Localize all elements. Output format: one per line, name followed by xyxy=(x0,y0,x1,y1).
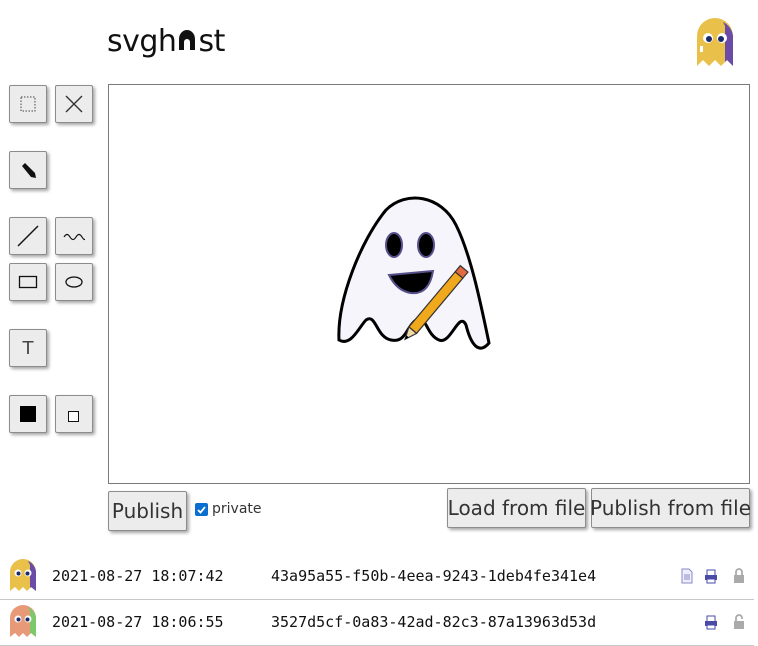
text-icon: T xyxy=(22,337,34,359)
lock-icon[interactable] xyxy=(732,568,746,584)
line-tool-button[interactable] xyxy=(9,217,47,255)
print-icon[interactable] xyxy=(704,614,718,630)
document-icon[interactable] xyxy=(680,568,694,584)
private-label: private xyxy=(212,501,262,517)
delete-tool-button[interactable] xyxy=(55,85,93,123)
history-row[interactable]: 2021-08-27 18:07:42 43a95a55-f50b-4eea-9… xyxy=(0,554,758,600)
history-id-link[interactable]: 3527d5cf-0a83-42ad-82c3-87a13963d53d xyxy=(271,613,596,631)
private-toggle[interactable]: private xyxy=(195,501,262,517)
ghost-avatar-icon xyxy=(10,605,36,637)
ellipse-icon xyxy=(65,276,83,288)
private-checkbox[interactable] xyxy=(195,502,208,516)
pen-icon xyxy=(22,163,36,178)
fill-white-tool-button[interactable] xyxy=(55,395,93,433)
print-icon[interactable] xyxy=(704,568,718,584)
history-timestamp: 2021-08-27 18:07:42 xyxy=(52,567,224,585)
unlock-icon[interactable] xyxy=(732,614,746,630)
publish-from-file-button[interactable]: Publish from file xyxy=(590,488,751,528)
history-id-link[interactable]: 43a95a55-f50b-4eea-9243-1deb4fe341e4 xyxy=(271,567,596,585)
ellipse-tool-button[interactable] xyxy=(55,263,93,301)
app-logo: svgh st xyxy=(107,24,225,59)
line-icon xyxy=(17,225,39,247)
ghost-with-pencil-icon xyxy=(337,196,491,350)
text-tool-button[interactable]: T xyxy=(9,329,47,367)
ghost-letter-icon xyxy=(179,30,196,50)
freehand-tool-button[interactable] xyxy=(55,217,93,255)
pen-tool-button[interactable] xyxy=(9,151,47,189)
logo-text-start: svgh xyxy=(107,24,177,59)
ghost-avatar-icon xyxy=(10,559,36,591)
hollow-square-icon xyxy=(68,411,79,422)
select-tool-button[interactable] xyxy=(9,85,47,123)
ghost-avatar-icon[interactable] xyxy=(695,16,735,68)
history-row[interactable]: 2021-08-27 18:06:55 3527d5cf-0a83-42ad-8… xyxy=(0,600,758,646)
fill-black-tool-button[interactable] xyxy=(9,395,47,433)
filled-square-icon xyxy=(20,406,36,422)
publish-button[interactable]: Publish xyxy=(108,491,187,531)
drawing-canvas[interactable] xyxy=(108,84,750,484)
wave-icon xyxy=(63,233,85,241)
rect-icon xyxy=(18,275,38,289)
dotted-rect-icon xyxy=(20,96,36,112)
close-icon xyxy=(65,95,83,113)
logo-text-end: st xyxy=(198,24,225,59)
rect-tool-button[interactable] xyxy=(9,263,47,301)
history-timestamp: 2021-08-27 18:06:55 xyxy=(52,613,224,631)
load-from-file-button[interactable]: Load from file xyxy=(447,488,586,528)
checkmark-icon xyxy=(197,505,206,514)
